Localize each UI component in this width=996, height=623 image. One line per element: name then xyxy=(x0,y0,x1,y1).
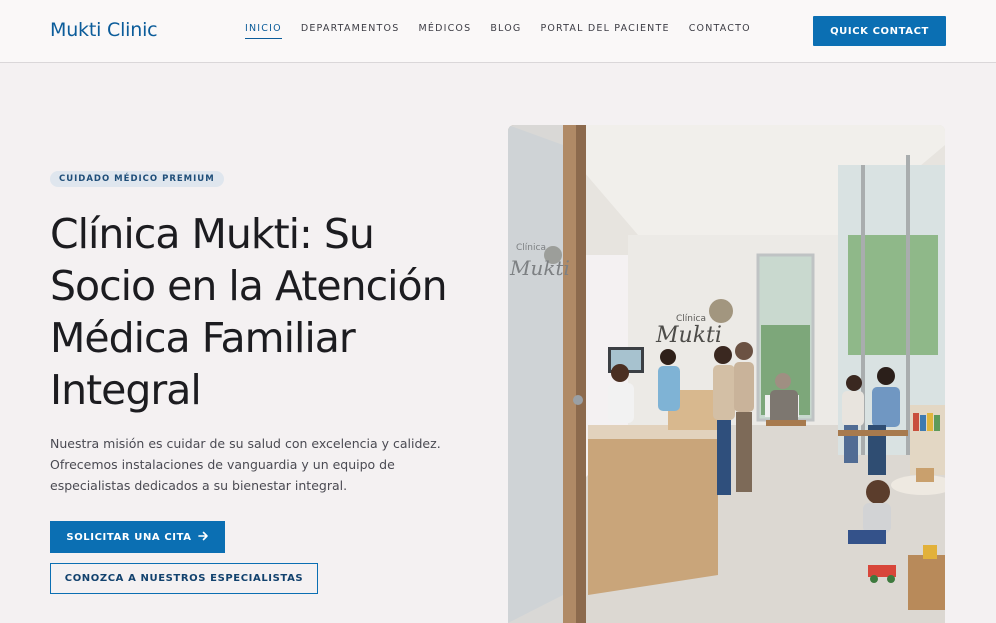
nav-item-contacto[interactable]: CONTACTO xyxy=(689,23,751,39)
nav-item-portal-paciente[interactable]: PORTAL DEL PACIENTE xyxy=(540,23,669,39)
nav-item-blog[interactable]: BLOG xyxy=(490,23,521,39)
hero-title: Clínica Mukti: Su Socio en la Atención M… xyxy=(50,210,448,414)
nav-item-departamentos[interactable]: DEPARTAMENTOS xyxy=(301,23,400,39)
clinic-reception-photo: Clínica Mukti Clínica Mukti xyxy=(508,125,945,623)
meet-specialists-button[interactable]: CONOZCA A NUESTROS ESPECIALISTAS xyxy=(50,563,318,594)
hero-description: Nuestra misión es cuidar de su salud con… xyxy=(50,436,441,493)
svg-text:Mukti: Mukti xyxy=(509,256,570,280)
request-appointment-button[interactable]: SOLICITAR UNA CITA xyxy=(50,521,225,553)
arrow-right-icon xyxy=(197,531,209,544)
quick-contact-button[interactable]: QUICK CONTACT xyxy=(813,16,946,46)
nav-item-medicos[interactable]: MÉDICOS xyxy=(418,23,471,39)
premium-care-badge: CUIDADO MÉDICO PREMIUM xyxy=(50,171,224,187)
svg-text:Clínica: Clínica xyxy=(516,243,546,253)
site-logo[interactable]: Mukti Clinic xyxy=(50,19,158,41)
nav-item-inicio[interactable]: INICIO xyxy=(245,23,282,39)
svg-text:Mukti: Mukti xyxy=(655,323,722,348)
main-nav: INICIO DEPARTAMENTOS MÉDICOS BLOG PORTAL… xyxy=(245,23,751,39)
site-header: Mukti Clinic INICIO DEPARTAMENTOS MÉDICO… xyxy=(0,0,996,63)
request-appointment-label: SOLICITAR UNA CITA xyxy=(66,531,192,543)
